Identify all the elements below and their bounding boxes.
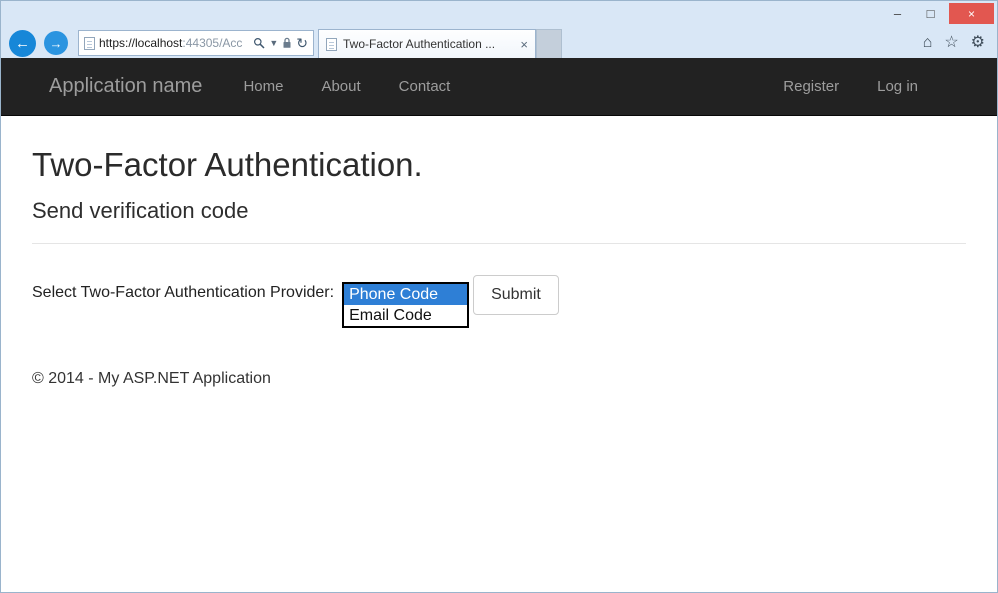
divider <box>32 243 966 244</box>
page-document-icon <box>84 37 95 50</box>
provider-select-dropdown[interactable]: Phone Code Email Code <box>342 282 469 328</box>
page-subtitle: Send verification code <box>32 198 966 224</box>
tab-title: Two-Factor Authentication ... <box>343 37 514 51</box>
nav-link-register[interactable]: Register <box>764 78 858 95</box>
select-option-phone-code[interactable]: Phone Code <box>344 284 467 305</box>
window-controls: – □ × <box>883 3 994 24</box>
navigation-bar: ← → https://localhost:44305/Acc ▼ ↻ <box>1 28 997 58</box>
close-button[interactable]: × <box>949 3 994 24</box>
favorites-star-icon[interactable]: ☆ <box>944 35 958 51</box>
url-text[interactable]: https://localhost:44305/Acc <box>99 36 249 50</box>
nav-link-login[interactable]: Log in <box>858 78 937 95</box>
home-icon[interactable]: ⌂ <box>923 35 933 51</box>
titlebar[interactable]: – □ × <box>1 1 997 28</box>
forward-button[interactable]: → <box>44 31 68 55</box>
minimize-button[interactable]: – <box>883 3 912 24</box>
browser-toolbar-icons: ⌂ ☆ ⚙ <box>923 35 989 51</box>
navbar-right: Register Log in <box>764 78 937 95</box>
nav-link-about[interactable]: About <box>302 78 379 95</box>
page-title: Two-Factor Authentication. <box>32 146 966 184</box>
search-icon[interactable] <box>253 37 265 49</box>
url-host: https://localhost <box>99 36 182 50</box>
settings-gear-icon[interactable]: ⚙ <box>971 35 985 51</box>
content-container: Two-Factor Authentication. Send verifica… <box>1 146 997 388</box>
nav-link-contact[interactable]: Contact <box>380 78 470 95</box>
lock-icon <box>282 37 292 49</box>
provider-label: Select Two-Factor Authentication Provide… <box>32 275 334 302</box>
select-option-email-code[interactable]: Email Code <box>344 305 467 326</box>
browser-tab[interactable]: Two-Factor Authentication ... × <box>318 29 536 58</box>
site-navbar: Application name Home About Contact Regi… <box>1 58 997 116</box>
chevron-down-icon[interactable]: ▼ <box>269 38 278 48</box>
provider-form: Select Two-Factor Authentication Provide… <box>32 275 966 328</box>
page-viewport: Application name Home About Contact Regi… <box>1 58 997 593</box>
back-arrow-icon: ← <box>15 35 30 52</box>
maximize-button[interactable]: □ <box>916 3 945 24</box>
submit-button[interactable]: Submit <box>473 275 559 315</box>
forward-arrow-icon: → <box>50 36 63 51</box>
browser-chrome: – □ × ← → https://localhost:44305/Acc ▼ <box>1 1 997 58</box>
url-path: :44305/Acc <box>182 36 242 50</box>
back-button[interactable]: ← <box>9 30 36 57</box>
new-tab-button[interactable] <box>536 29 562 58</box>
footer-copyright: © 2014 - My ASP.NET Application <box>32 370 966 388</box>
address-bar[interactable]: https://localhost:44305/Acc ▼ ↻ <box>78 30 314 56</box>
navbar-brand[interactable]: Application name <box>49 75 202 98</box>
tab-close-icon[interactable]: × <box>520 38 528 51</box>
refresh-icon[interactable]: ↻ <box>296 36 308 50</box>
nav-link-home[interactable]: Home <box>224 78 302 95</box>
tab-document-icon <box>326 38 337 51</box>
browser-window: – □ × ← → https://localhost:44305/Acc ▼ <box>0 0 998 593</box>
